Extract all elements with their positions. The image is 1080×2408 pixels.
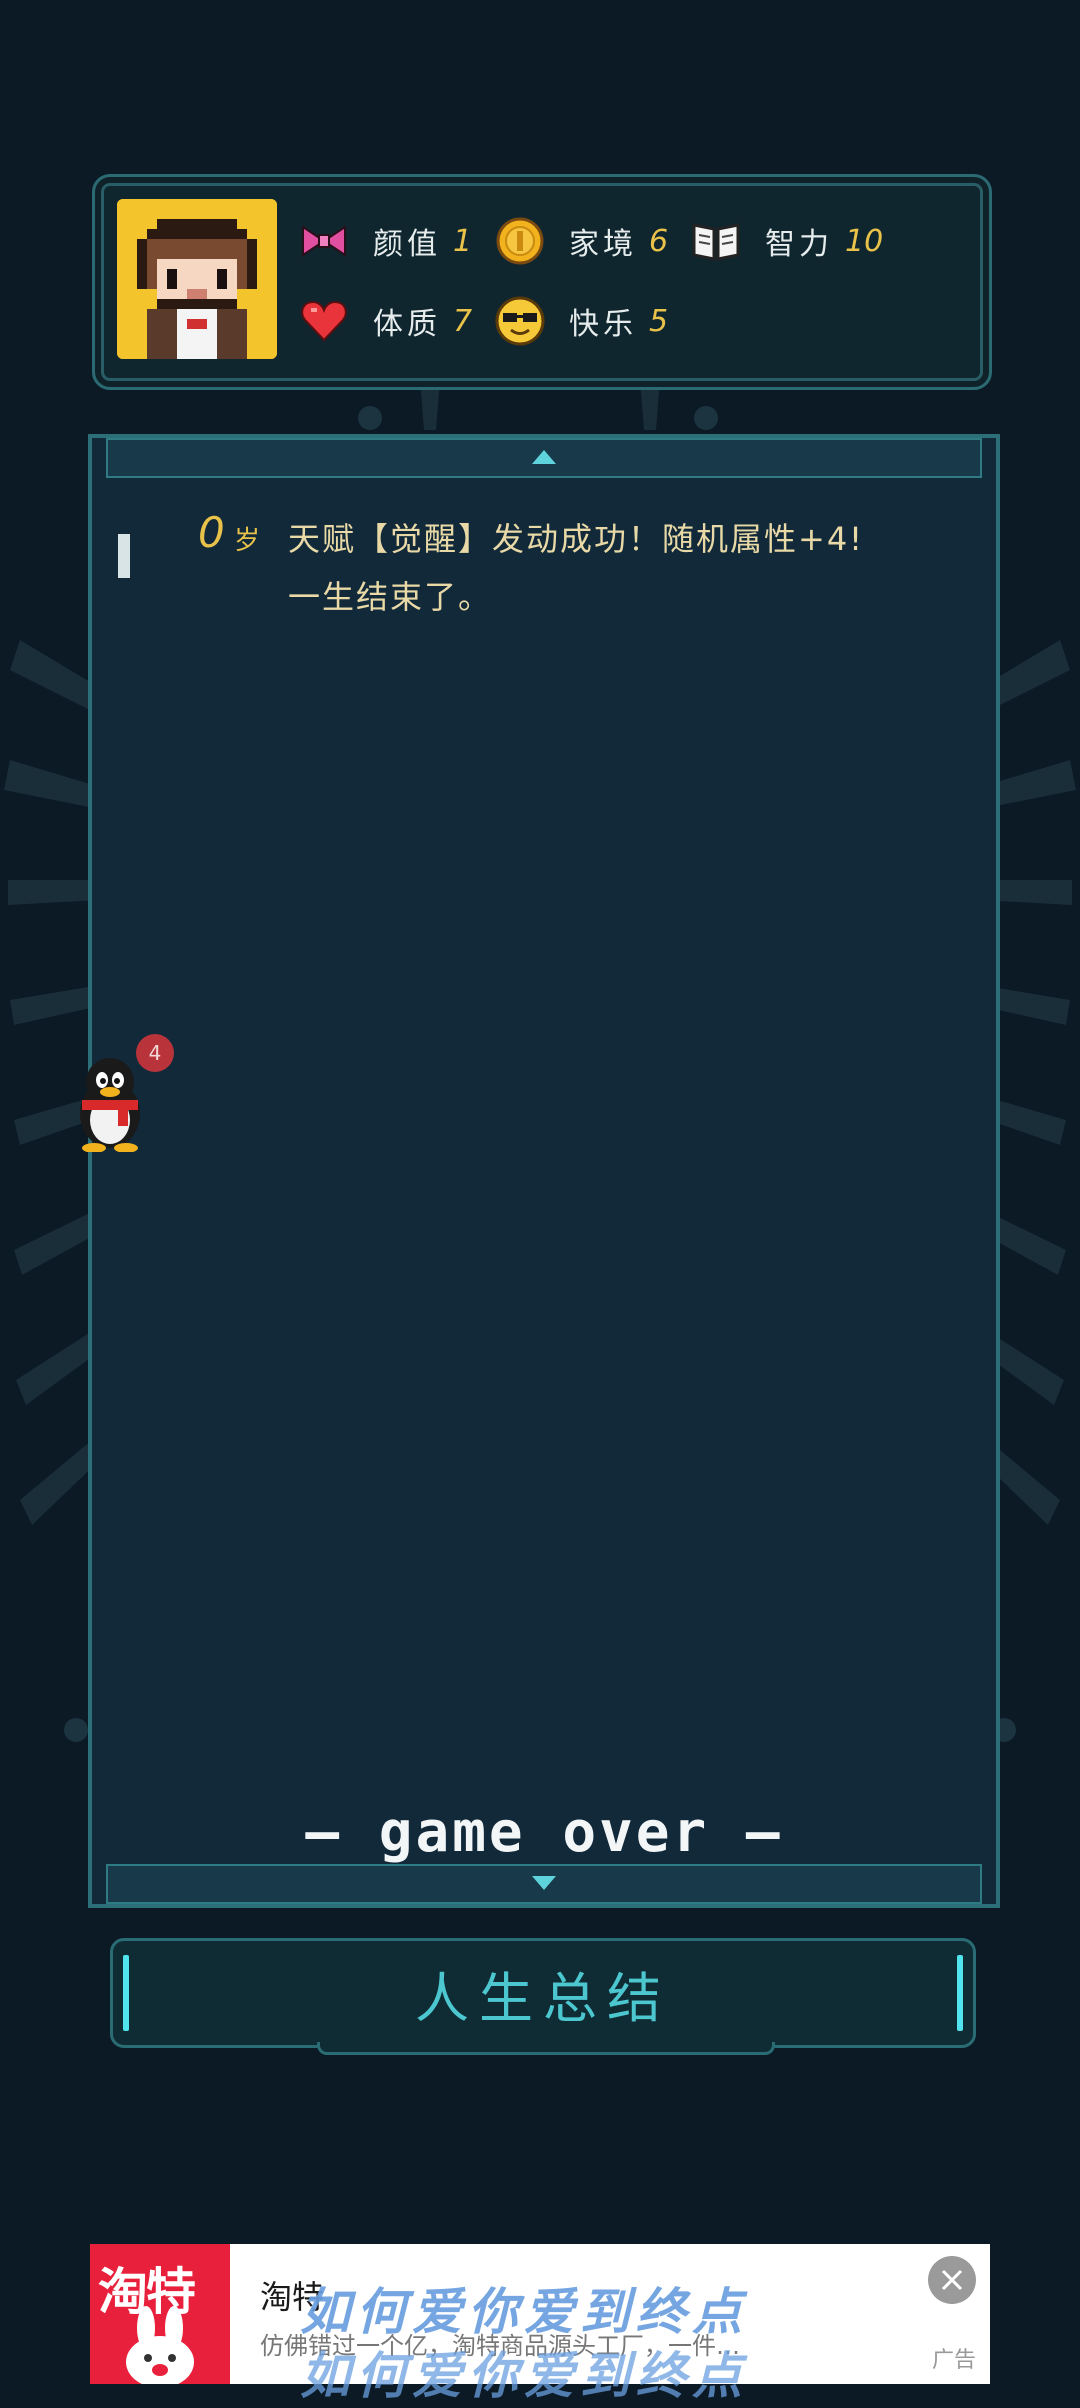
character-avatar xyxy=(117,199,277,359)
scroll-down-bar[interactable] xyxy=(106,1864,982,1904)
button-edge xyxy=(123,1955,129,2031)
ad-close-button[interactable] xyxy=(928,2256,976,2304)
close-icon xyxy=(941,2269,963,2291)
game-over-text: — game over — xyxy=(305,1800,783,1865)
life-summary-label: 人生总结 xyxy=(415,1966,671,2030)
stat-label: 智力 xyxy=(765,227,833,262)
event-entry: 天赋【觉醒】发动成功！随机属性+4! 一生结束了。 xyxy=(288,510,968,626)
life-log-panel[interactable]: 0 岁 天赋【觉醒】发动成功！随机属性+4! 一生结束了。 — game ove… xyxy=(88,434,1000,1908)
stat-happiness: 快乐 5 xyxy=(493,291,668,351)
bow-icon xyxy=(297,214,351,268)
stat-value: 10 xyxy=(845,223,884,259)
stat-label: 颜值 xyxy=(373,227,441,262)
sunglasses-face-icon xyxy=(493,294,547,348)
stat-label: 家境 xyxy=(569,227,637,262)
stat-label: 体质 xyxy=(373,307,441,342)
event-line: 天赋【觉醒】发动成功！随机属性+4! xyxy=(288,520,865,558)
stat-label: 快乐 xyxy=(569,307,637,342)
overlay-caption-shadow: 如何爱你爱到终点 xyxy=(300,2346,748,2405)
age-unit: 岁 xyxy=(234,526,261,556)
stat-intelligence: 智力 10 xyxy=(689,211,883,271)
rabbit-icon xyxy=(126,2306,194,2384)
stat-value: 7 xyxy=(453,303,473,339)
stat-value: 6 xyxy=(649,223,669,259)
overlay-caption: 如何爱你爱到终点 xyxy=(300,2282,748,2341)
scroll-up-bar[interactable] xyxy=(106,438,982,478)
stat-family: 家境 6 xyxy=(493,211,668,271)
stat-value: 1 xyxy=(453,223,473,259)
stats-panel: 颜值 1 家境 6 智力 10 体质 7 快乐 5 xyxy=(92,174,992,390)
stat-appearance: 颜值 1 xyxy=(297,211,472,271)
coin-icon xyxy=(493,214,547,268)
stat-constitution: 体质 7 xyxy=(297,291,472,351)
arrow-down-icon xyxy=(532,1876,556,1890)
notification-badge: 4 xyxy=(136,1034,174,1072)
age-number: 0 xyxy=(198,508,225,557)
log-cursor xyxy=(118,534,130,578)
button-edge xyxy=(957,1955,963,2031)
heart-icon xyxy=(297,294,351,348)
event-line: 一生结束了。 xyxy=(288,578,493,616)
book-icon xyxy=(689,214,743,268)
life-summary-button[interactable]: 人生总结 xyxy=(110,1938,976,2055)
taote-app-logo: 淘特 xyxy=(90,2244,230,2384)
stat-value: 5 xyxy=(649,303,669,339)
arrow-up-icon xyxy=(532,450,556,464)
button-tab xyxy=(317,2042,775,2055)
ad-label: 广告 xyxy=(931,2348,976,2373)
